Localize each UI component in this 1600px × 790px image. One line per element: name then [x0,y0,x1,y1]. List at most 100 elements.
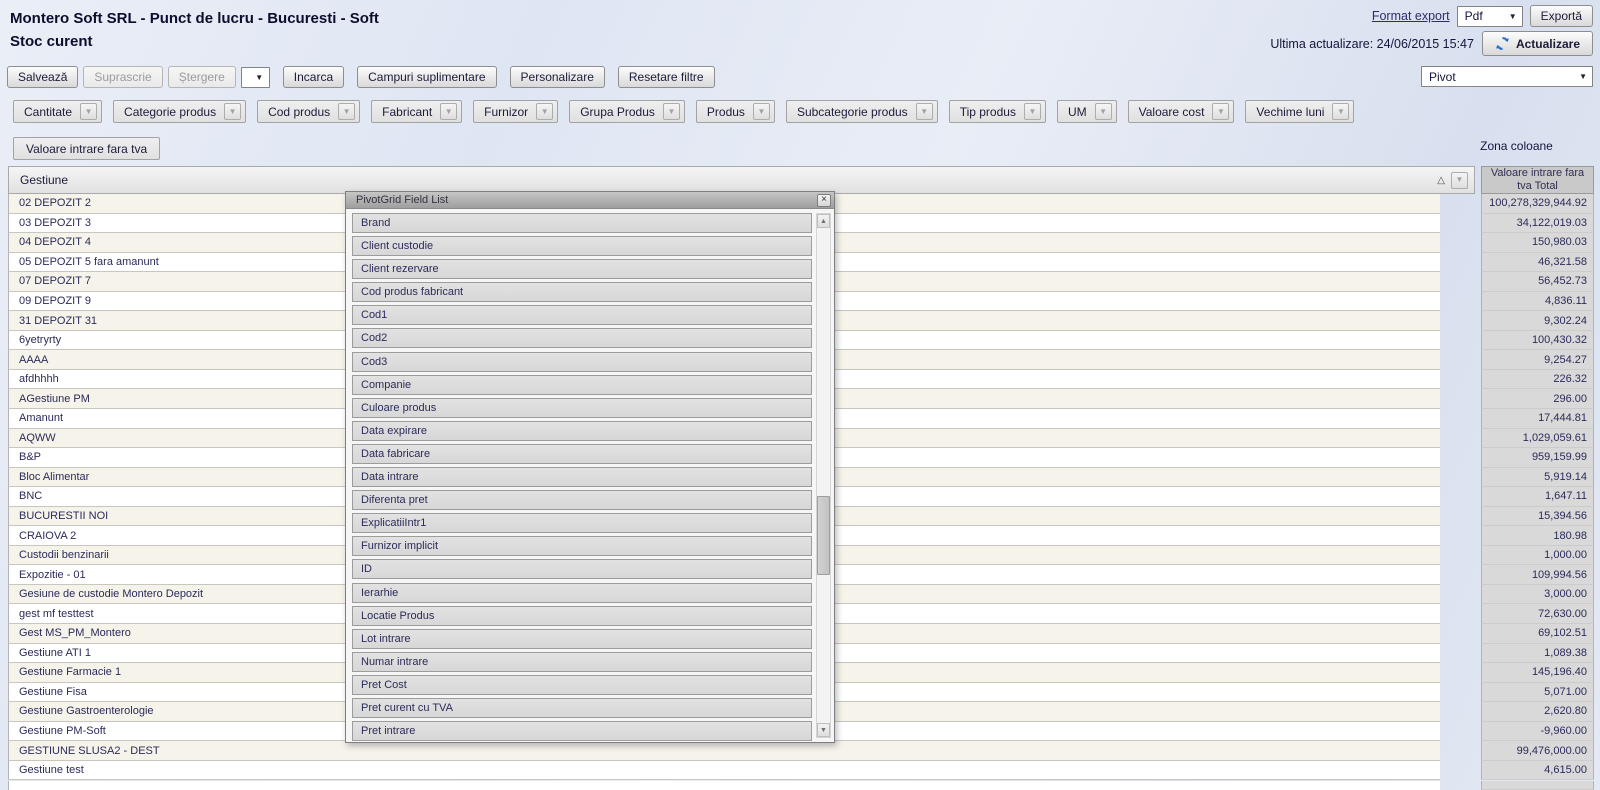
field-list-item[interactable]: Client custodie [352,236,812,256]
value-cell: 72,630.00 [1481,604,1594,624]
field-list-item[interactable]: Data fabricare [352,444,812,464]
field-list-item-label: Data intrare [361,471,418,483]
row-spacer [1440,741,1481,761]
total-column-header[interactable]: Valoare intrare fara tva Total [1481,166,1594,194]
overwrite-button[interactable]: Suprascrie [83,66,162,88]
field-list-titlebar[interactable]: PivotGrid Field List × [346,192,834,209]
row-spacer [1440,429,1481,449]
field-list-item-label: Client custodie [361,240,433,252]
chevron-down-icon: ▼ [1217,108,1225,116]
filter-field-button[interactable]: Tip produs ▼ [949,100,1046,123]
scrollbar-thumb[interactable] [817,496,830,574]
load-button[interactable]: Incarca [283,66,344,88]
row-spacer [1440,722,1481,742]
field-list-item-label: Numar intrare [361,656,428,668]
delete-button[interactable]: Ștergere [168,66,236,88]
field-list-item[interactable]: Cod3 [352,352,812,372]
format-export-link[interactable]: Format export [1372,9,1450,23]
field-list-item[interactable]: Numar intrare [352,652,812,672]
filter-dropdown-button[interactable]: ▼ [1451,172,1468,189]
filter-field-button[interactable]: Categorie produs ▼ [113,100,246,123]
filter-field-button[interactable]: UM ▼ [1057,100,1117,123]
extra-fields-button[interactable]: Campuri suplimentare [357,66,496,88]
value-cell: 1,647.11 [1481,487,1594,507]
value-cell: 150,980.03 [1481,233,1594,253]
customize-button[interactable]: Personalizare [510,66,605,88]
field-list-item[interactable]: Cod1 [352,305,812,325]
filter-dropdown-button[interactable]: ▼ [1095,103,1112,120]
filter-dropdown-button[interactable]: ▼ [663,103,680,120]
filter-dropdown-button[interactable]: ▼ [80,103,97,120]
value-cell: 5,071.00 [1481,683,1594,703]
field-list-item[interactable]: Cod produs fabricant [352,282,812,302]
export-button[interactable]: Exportă [1530,5,1593,27]
field-list-item-label: Culoare produs [361,402,436,414]
row-spacer [1440,194,1481,214]
chevron-down-icon: ▼ [1337,108,1345,116]
row-area-header[interactable]: Gestiune △ ▼ [8,166,1475,194]
value-cell: 1,000.00 [1481,546,1594,566]
field-list-item[interactable]: Brand [352,213,812,233]
field-list-item[interactable]: Furnizor implicit [352,536,812,556]
filter-dropdown-button[interactable]: ▼ [1332,103,1349,120]
filter-field-button[interactable]: Cod produs ▼ [257,100,360,123]
filter-field-button[interactable]: Produs ▼ [696,100,775,123]
scroll-down-icon[interactable]: ▼ [817,723,830,737]
filter-dropdown-button[interactable]: ▼ [1212,103,1229,120]
filter-dropdown-button[interactable]: ▼ [1024,103,1041,120]
filter-field-button[interactable]: Furnizor ▼ [473,100,558,123]
field-list-item[interactable]: Data intrare [352,467,812,487]
refresh-button[interactable]: Actualizare [1482,31,1593,56]
row-spacer [1440,272,1481,292]
view-selector[interactable]: Pivot ▼ [1421,66,1593,87]
field-list-scrollbar[interactable]: ▲ ▼ [816,213,831,738]
row-header-cell[interactable]: Gestiune test [8,761,1440,781]
scroll-up-icon[interactable]: ▲ [817,214,830,228]
field-list-item[interactable]: ExplicatiiIntr1 [352,513,812,533]
row-header-cell[interactable]: GESTIUNE SLUSA2 - DEST [8,741,1440,761]
filter-dropdown-button[interactable]: ▼ [753,103,770,120]
view-selector-value: Pivot [1429,70,1456,84]
data-field-button[interactable]: Valoare intrare fara tva [13,137,160,160]
close-button[interactable]: × [817,194,831,207]
value-cell: 2,620.80 [1481,702,1594,722]
field-list-item[interactable]: Client rezervare [352,259,812,279]
field-list-item[interactable]: Pret Cost [352,675,812,695]
filter-dropdown-button[interactable]: ▼ [338,103,355,120]
filter-dropdown-button[interactable]: ▼ [224,103,241,120]
field-list-item[interactable]: Pret curent cu TVA [352,698,812,718]
filter-field-button[interactable]: Grupa Produs ▼ [569,100,685,123]
filter-dropdown-button[interactable]: ▼ [916,103,933,120]
field-list-item[interactable]: ID [352,559,812,579]
field-list-item[interactable]: Data expirare [352,421,812,441]
saved-layouts-select[interactable]: ▼ [241,67,270,88]
export-format-select[interactable]: Pdf ▼ [1457,6,1523,27]
field-list-item[interactable]: Culoare produs [352,398,812,418]
refresh-button-label: Actualizare [1516,37,1580,51]
filter-field-button[interactable]: Vechime luni ▼ [1245,100,1354,123]
field-list-item[interactable]: Locatie Produs [352,606,812,626]
save-button[interactable]: Salvează [7,66,78,88]
field-list-item[interactable]: Pret intrare [352,721,812,741]
filter-field-button[interactable]: Subcategorie produs ▼ [786,100,938,123]
filter-field-button[interactable]: Valoare cost ▼ [1128,100,1235,123]
reset-filters-button[interactable]: Resetare filtre [618,66,715,88]
chevron-down-icon: ▼ [1028,108,1036,116]
row-spacer [1440,468,1481,488]
close-icon: × [821,195,827,205]
value-cell: 56,452.73 [1481,272,1594,292]
field-list-item[interactable]: Companie [352,375,812,395]
field-list-item[interactable]: Ierarhie [352,583,812,603]
filter-field-button[interactable]: Cantitate ▼ [13,100,102,123]
field-list-item[interactable]: Diferenta pret [352,490,812,510]
filter-dropdown-button[interactable]: ▼ [440,103,457,120]
field-list-item[interactable]: Cod2 [352,328,812,348]
filter-field-label: Vechime luni [1256,105,1324,119]
filter-field-button[interactable]: Fabricant ▼ [371,100,462,123]
chevron-down-icon: ▼ [1579,72,1587,81]
row-spacer [1440,350,1481,370]
filter-dropdown-button[interactable]: ▼ [536,103,553,120]
row-spacer [1440,331,1481,351]
field-list-item-label: ExplicatiiIntr1 [361,517,426,529]
field-list-item[interactable]: Lot intrare [352,629,812,649]
